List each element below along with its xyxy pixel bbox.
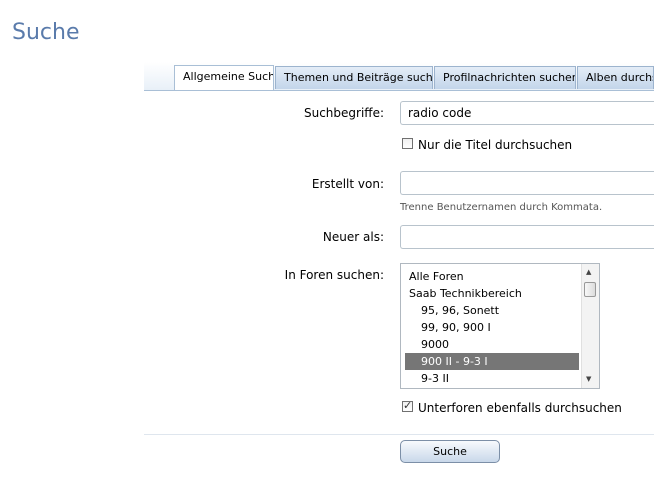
forum-option-95-96-sonett[interactable]: 95, 96, Sonett	[405, 302, 579, 319]
created-by-label: Erstellt von:	[311, 177, 384, 191]
forum-option-900ii-93i[interactable]: 900 II - 9-3 I	[405, 353, 579, 370]
titles-only-checkbox[interactable]	[402, 138, 413, 149]
forums-label: In Foren suchen:	[284, 268, 384, 282]
forum-option-9000[interactable]: 9000	[405, 336, 579, 353]
tab-threads-posts-search[interactable]: Themen und Beiträge suchen	[275, 66, 433, 89]
search-submit-button[interactable]: Suche	[400, 440, 500, 463]
subforums-label: Unterforen ebenfalls durchsuchen	[418, 401, 622, 415]
forum-option-saab-technik[interactable]: Saab Technikbereich	[405, 285, 579, 302]
titles-only-label: Nur die Titel durchsuchen	[418, 138, 573, 152]
created-by-input[interactable]	[400, 171, 654, 195]
subforums-checkbox[interactable]	[402, 399, 413, 412]
tab-profile-messages-search[interactable]: Profilnachrichten suchen	[434, 66, 576, 89]
scroll-down-icon[interactable]: ▼	[586, 375, 591, 383]
forums-scrollbar[interactable]: ▲ ▼	[581, 264, 599, 388]
tab-albums-search[interactable]: Alben durchsuchen	[577, 66, 654, 89]
newer-than-label: Neuer als:	[322, 230, 384, 244]
forum-option-all[interactable]: Alle Foren	[405, 268, 579, 285]
newer-than-input[interactable]	[400, 225, 654, 249]
scroll-up-icon[interactable]: ▲	[586, 268, 591, 276]
forum-option-99-90-900i[interactable]: 99, 90, 900 I	[405, 319, 579, 336]
keywords-input[interactable]	[400, 101, 654, 125]
page-title: Suche	[12, 20, 80, 45]
forum-option-93ii[interactable]: 9-3 II	[405, 370, 579, 387]
scrollbar-thumb[interactable]	[584, 282, 596, 297]
created-by-hint: Trenne Benutzernamen durch Kommata.	[400, 202, 603, 213]
keywords-label: Suchbegriffe:	[303, 106, 384, 120]
forums-listbox[interactable]: Alle Foren Saab Technikbereich 95, 96, S…	[400, 263, 600, 389]
form-divider	[144, 434, 654, 435]
tab-general-search[interactable]: Allgemeine Suche	[174, 65, 274, 90]
